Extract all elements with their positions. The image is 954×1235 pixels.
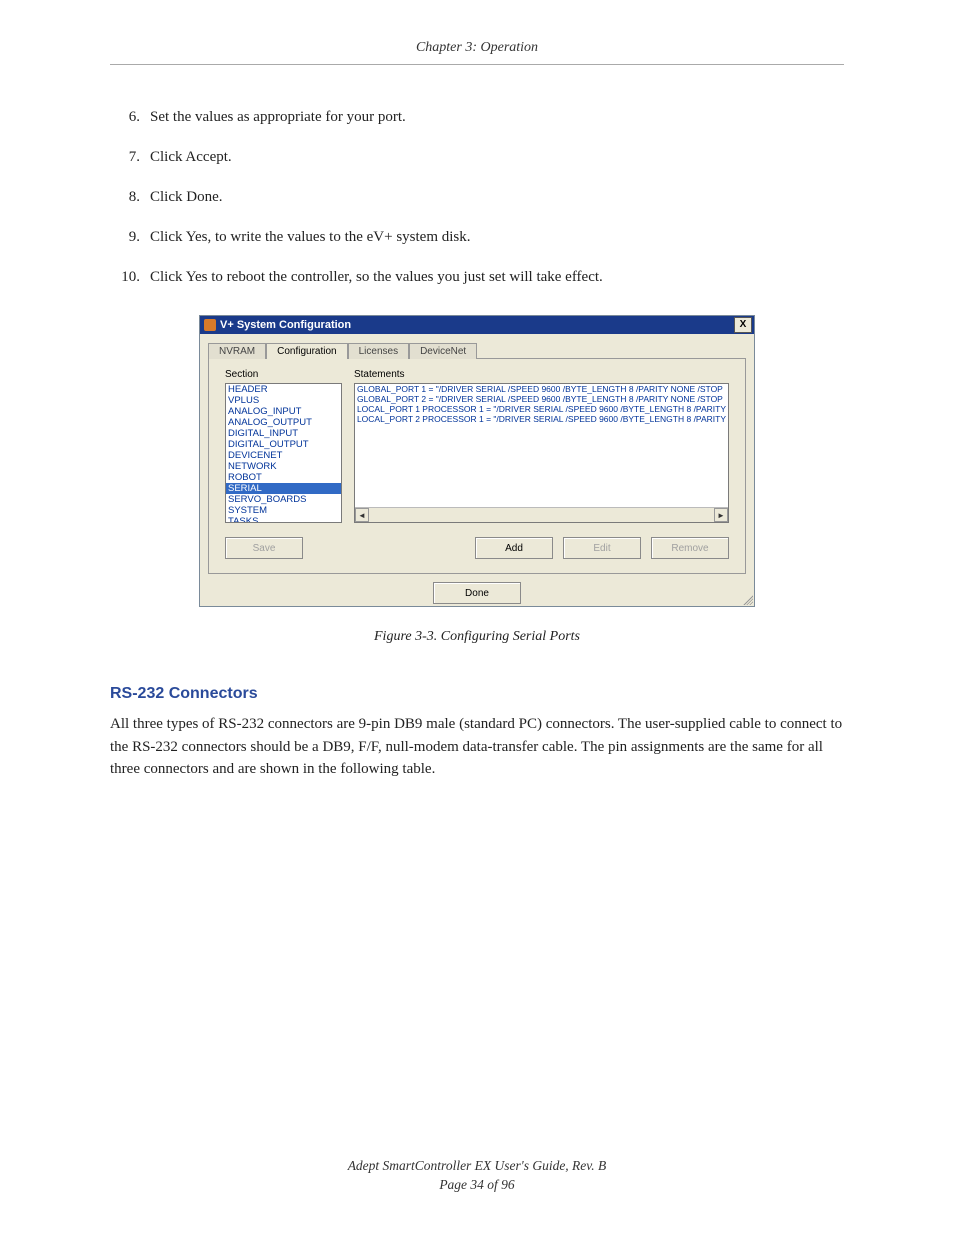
tab-configuration[interactable]: Configuration bbox=[266, 343, 347, 359]
statements-listbox[interactable]: GLOBAL_PORT 1 = "/DRIVER SERIAL /SPEED 9… bbox=[354, 383, 729, 523]
statement-row[interactable]: LOCAL_PORT 2 PROCESSOR 1 = "/DRIVER SERI… bbox=[357, 414, 726, 424]
figure-caption: Figure 3-3. Configuring Serial Ports bbox=[110, 629, 844, 645]
step-number: 10. bbox=[110, 265, 140, 289]
resize-grip-icon[interactable] bbox=[741, 593, 753, 605]
step-number: 8. bbox=[110, 185, 140, 209]
statements-label: Statements bbox=[354, 369, 729, 380]
footer-title: Adept SmartController EX User's Guide, R… bbox=[0, 1157, 954, 1176]
step-text: Click Yes to reboot the controller, so t… bbox=[150, 269, 603, 285]
section-listbox[interactable]: HEADER VPLUS ANALOG_INPUT ANALOG_OUTPUT … bbox=[225, 383, 342, 523]
scroll-right-arrow-icon[interactable]: ► bbox=[714, 508, 728, 522]
statement-row[interactable]: GLOBAL_PORT 1 = "/DRIVER SERIAL /SPEED 9… bbox=[357, 384, 726, 394]
footer-page: Page 34 of 96 bbox=[0, 1176, 954, 1195]
list-item[interactable]: DIGITAL_OUTPUT bbox=[226, 439, 341, 450]
step-text: Click Yes, to write the values to the eV… bbox=[150, 229, 471, 245]
step-number: 6. bbox=[110, 105, 140, 129]
list-item[interactable]: DEVICENET bbox=[226, 450, 341, 461]
body-paragraph: All three types of RS-232 connectors are… bbox=[110, 713, 844, 781]
figure-wrap: V+ System Configuration X NVRAM Configur… bbox=[199, 315, 755, 607]
tab-licenses[interactable]: Licenses bbox=[348, 343, 409, 359]
list-item[interactable]: ANALOG_INPUT bbox=[226, 406, 341, 417]
close-button[interactable]: X bbox=[734, 317, 752, 333]
statement-row[interactable]: GLOBAL_PORT 2 = "/DRIVER SERIAL /SPEED 9… bbox=[357, 394, 726, 404]
step-text: Click Accept. bbox=[150, 149, 232, 165]
tab-strip: NVRAM Configuration Licenses DeviceNet bbox=[200, 334, 754, 358]
list-item[interactable]: SERVO_BOARDS bbox=[226, 494, 341, 505]
add-button[interactable]: Add bbox=[475, 537, 553, 559]
page-footer: Adept SmartController EX User's Guide, R… bbox=[0, 1157, 954, 1195]
list-item[interactable]: NETWORK bbox=[226, 461, 341, 472]
remove-button[interactable]: Remove bbox=[651, 537, 729, 559]
section-label: Section bbox=[225, 369, 342, 380]
list-item[interactable]: DIGITAL_INPUT bbox=[226, 428, 341, 439]
section-heading-rs232: RS-232 Connectors bbox=[110, 685, 844, 703]
config-panel: Section HEADER VPLUS ANALOG_INPUT ANALOG… bbox=[208, 358, 746, 574]
dialog-title: V+ System Configuration bbox=[220, 319, 351, 331]
list-item[interactable]: ANALOG_OUTPUT bbox=[226, 417, 341, 428]
list-item[interactable]: HEADER bbox=[226, 384, 341, 395]
system-config-dialog: V+ System Configuration X NVRAM Configur… bbox=[199, 315, 755, 607]
list-item[interactable]: TASKS bbox=[226, 516, 341, 523]
ordered-steps-list: 6. Set the values as appropriate for your… bbox=[110, 105, 844, 289]
list-item-selected[interactable]: SERIAL bbox=[226, 483, 341, 494]
list-item[interactable]: VPLUS bbox=[226, 395, 341, 406]
step-number: 9. bbox=[110, 225, 140, 249]
edit-button[interactable]: Edit bbox=[563, 537, 641, 559]
running-head: Chapter 3: Operation bbox=[110, 40, 844, 65]
tab-nvram[interactable]: NVRAM bbox=[208, 343, 266, 359]
close-icon: X bbox=[740, 320, 747, 330]
save-button[interactable]: Save bbox=[225, 537, 303, 559]
dialog-titlebar: V+ System Configuration X bbox=[200, 316, 754, 334]
list-item[interactable]: SYSTEM bbox=[226, 505, 341, 516]
app-icon bbox=[204, 319, 216, 331]
horizontal-scrollbar[interactable]: ◄ ► bbox=[355, 507, 728, 522]
list-item[interactable]: ROBOT bbox=[226, 472, 341, 483]
statement-row[interactable]: LOCAL_PORT 1 PROCESSOR 1 = "/DRIVER SERI… bbox=[357, 404, 726, 414]
step-number: 7. bbox=[110, 145, 140, 169]
scroll-left-arrow-icon[interactable]: ◄ bbox=[355, 508, 369, 522]
tab-devicenet[interactable]: DeviceNet bbox=[409, 343, 477, 359]
step-text: Set the values as appropriate for your p… bbox=[150, 109, 406, 125]
step-text: Click Done. bbox=[150, 189, 223, 205]
done-button[interactable]: Done bbox=[433, 582, 521, 604]
